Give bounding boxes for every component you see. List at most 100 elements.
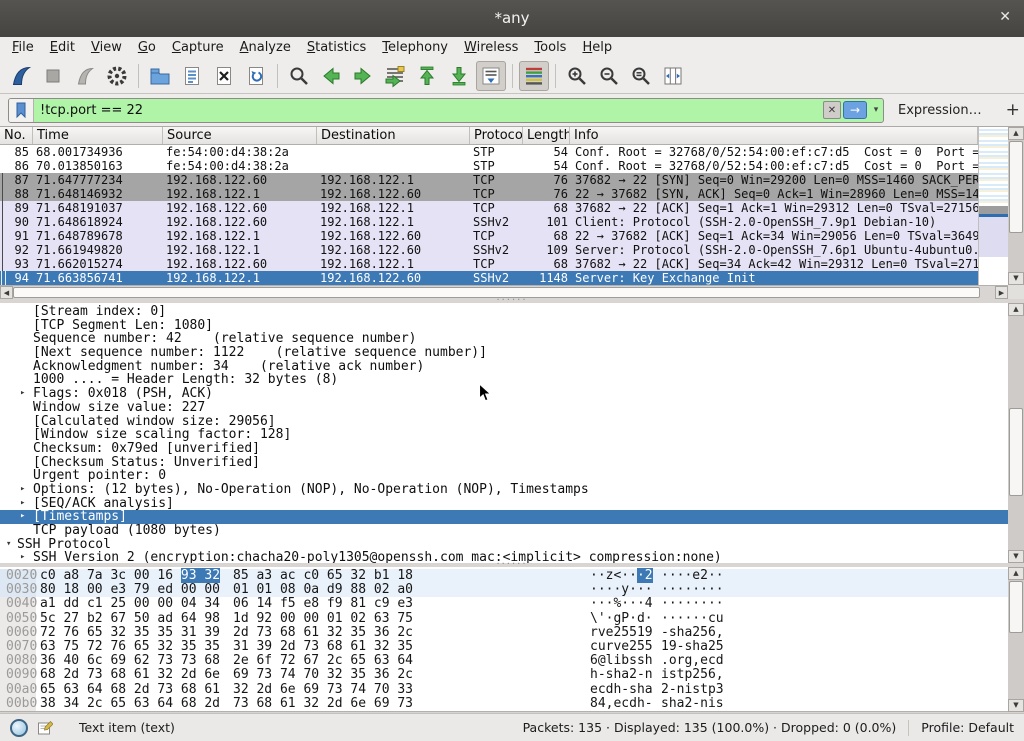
go-forward-icon[interactable] [348,61,378,91]
detail-line[interactable]: Acknowledgment number: 34 (relative ack … [0,360,1008,374]
details-vscrollbar[interactable]: ▲ ▼ [1008,303,1024,563]
open-capture-file-icon[interactable] [145,61,175,91]
detail-line[interactable]: [Next sequence number: 1122 (relative se… [0,346,1008,360]
packet-row-94[interactable]: 9471.663856741192.168.122.1192.168.122.6… [0,271,978,285]
scroll-up-icon[interactable]: ▲ [1008,567,1024,580]
scrollbar-thumb[interactable] [1009,141,1023,233]
hex-row-0090[interactable]: 009068 2d 73 68 61 32 2d 6e69 73 74 70 3… [0,668,1008,682]
menu-item-file[interactable]: File [4,38,42,57]
capture-comment-icon[interactable] [37,720,53,736]
menu-item-go[interactable]: Go [130,38,164,57]
go-back-icon[interactable] [316,61,346,91]
profile-status[interactable]: Profile: Default [921,720,1014,735]
collapsed-arrow-icon[interactable]: ▸ [20,483,25,497]
menu-item-capture[interactable]: Capture [164,38,232,57]
column-header-info[interactable]: Info [570,127,978,144]
column-header-source[interactable]: Source [163,127,317,144]
detail-line[interactable]: [Calculated window size: 29056] [0,415,1008,429]
packet-row-91[interactable]: 9171.648789678192.168.122.1192.168.122.6… [0,229,978,243]
collapsed-arrow-icon[interactable]: ▸ [20,551,25,563]
column-header-protocol[interactable]: Protocol [470,127,523,144]
bytes-vscrollbar[interactable]: ▲ ▼ [1008,567,1024,712]
hex-row-0030[interactable]: 003080 18 00 e3 79 ed 00 0001 01 08 0a d… [0,583,1008,597]
detail-line[interactable]: ▸[SEQ/ACK analysis] [0,497,1008,511]
collapsed-arrow-icon[interactable]: ▸ [20,387,25,401]
colorize-packets-icon[interactable] [519,61,549,91]
menu-item-help[interactable]: Help [574,38,620,57]
go-to-packet-icon[interactable] [380,61,410,91]
expression-button[interactable]: Expression… [898,103,982,118]
menu-item-tools[interactable]: Tools [526,38,574,57]
filter-apply-icon[interactable]: → [843,101,867,119]
menu-item-statistics[interactable]: Statistics [299,38,374,57]
packet-row-85[interactable]: 8568.001734936fe:54:00:d4:38:2aSTP54Conf… [0,145,978,159]
zoom-in-icon[interactable] [562,61,592,91]
column-header-destination[interactable]: Destination [317,127,470,144]
scroll-down-icon[interactable]: ▼ [1008,550,1024,563]
packet-row-92[interactable]: 9271.661949820192.168.122.1192.168.122.6… [0,243,978,257]
intelligent-scrollbar-minimap[interactable] [978,127,1008,285]
packet-row-90[interactable]: 9071.648618924192.168.122.60192.168.122.… [0,215,978,229]
packet-list-vscrollbar[interactable]: ▲ ▼ [1008,127,1024,285]
close-window-icon[interactable]: ✕ [999,9,1011,25]
scrollbar-thumb[interactable] [1009,581,1023,633]
menu-item-view[interactable]: View [83,38,130,57]
detail-line[interactable]: ▸Options: (12 bytes), No-Operation (NOP)… [0,483,1008,497]
hex-row-0080[interactable]: 008036 40 6c 69 62 73 73 682e 6f 72 67 2… [0,654,1008,668]
detail-line[interactable]: 1000 .... = Header Length: 32 bytes (8) [0,373,1008,387]
hex-row-0020[interactable]: 0020c0 a8 7a 3c 00 16 93 3285 a3 ac c0 6… [0,569,1008,583]
hex-row-00b0[interactable]: 00b038 34 2c 65 63 64 68 2d73 68 61 32 2… [0,697,1008,711]
display-filter-input[interactable]: !tcp.port == 22 ✕ → ▾ [8,98,884,123]
column-header-time[interactable]: Time [33,127,163,144]
filter-clear-icon[interactable]: ✕ [823,101,841,119]
resize-columns-icon[interactable] [658,61,688,91]
expert-info-icon[interactable] [10,719,28,737]
go-first-packet-icon[interactable] [412,61,442,91]
restart-capture-icon[interactable] [70,61,100,91]
collapsed-arrow-icon[interactable]: ▸ [20,497,25,511]
packet-row-88[interactable]: 8871.648146932192.168.122.1192.168.122.6… [0,187,978,201]
detail-line[interactable]: ▾SSH Protocol [0,538,1008,552]
collapsed-arrow-icon[interactable]: ▸ [20,510,25,524]
hex-row-0060[interactable]: 006072 76 65 32 35 35 31 392d 73 68 61 3… [0,626,1008,640]
hex-row-0070[interactable]: 007063 75 72 76 65 32 35 3531 39 2d 73 6… [0,640,1008,654]
column-header-no[interactable]: No. [0,127,33,144]
hex-row-00a0[interactable]: 00a065 63 64 68 2d 73 68 6132 2d 6e 69 7… [0,683,1008,697]
packet-row-87[interactable]: 8771.647777234192.168.122.60192.168.122.… [0,173,978,187]
detail-line[interactable]: Window size value: 227 [0,401,1008,415]
filter-bookmark-icon[interactable] [9,99,34,122]
detail-line[interactable]: ▸Flags: 0x018 (PSH, ACK) [0,387,1008,401]
save-capture-file-icon[interactable] [177,61,207,91]
expanded-arrow-icon[interactable]: ▾ [6,538,11,552]
add-filter-button[interactable]: + [1006,100,1020,120]
packet-row-89[interactable]: 8971.648191037192.168.122.60192.168.122.… [0,201,978,215]
filter-text[interactable]: !tcp.port == 22 [34,103,823,118]
detail-line[interactable]: Sequence number: 42 (relative sequence n… [0,332,1008,346]
menu-item-wireless[interactable]: Wireless [456,38,526,57]
detail-line[interactable]: Urgent pointer: 0 [0,469,1008,483]
scroll-down-icon[interactable]: ▼ [1008,272,1024,285]
packet-row-93[interactable]: 9371.662015274192.168.122.60192.168.122.… [0,257,978,271]
filter-history-caret-icon[interactable]: ▾ [869,105,883,115]
detail-line[interactable]: [Stream index: 0] [0,305,1008,319]
menu-item-analyze[interactable]: Analyze [232,38,299,57]
find-packet-icon[interactable] [284,61,314,91]
zoom-original-icon[interactable] [626,61,656,91]
menu-item-telephony[interactable]: Telephony [374,38,456,57]
capture-options-icon[interactable] [102,61,132,91]
detail-line[interactable]: [TCP Segment Len: 1080] [0,319,1008,333]
scroll-right-icon[interactable]: ▶ [995,286,1008,299]
scroll-down-icon[interactable]: ▼ [1008,699,1024,712]
start-capture-icon[interactable] [6,61,36,91]
detail-line[interactable]: Checksum: 0x79ed [unverified] [0,442,1008,456]
scroll-up-icon[interactable]: ▲ [1008,303,1024,316]
detail-line[interactable]: TCP payload (1080 bytes) [0,524,1008,538]
menu-item-edit[interactable]: Edit [42,38,83,57]
zoom-out-icon[interactable] [594,61,624,91]
hex-row-0040[interactable]: 0040a1 dd c1 25 00 00 04 3406 14 f5 e8 f… [0,597,1008,611]
auto-scroll-icon[interactable] [476,61,506,91]
reload-capture-file-icon[interactable] [241,61,271,91]
detail-line[interactable]: [Window size scaling factor: 128] [0,428,1008,442]
scroll-up-icon[interactable]: ▲ [1008,127,1024,140]
packet-row-86[interactable]: 8670.013850163fe:54:00:d4:38:2aSTP54Conf… [0,159,978,173]
